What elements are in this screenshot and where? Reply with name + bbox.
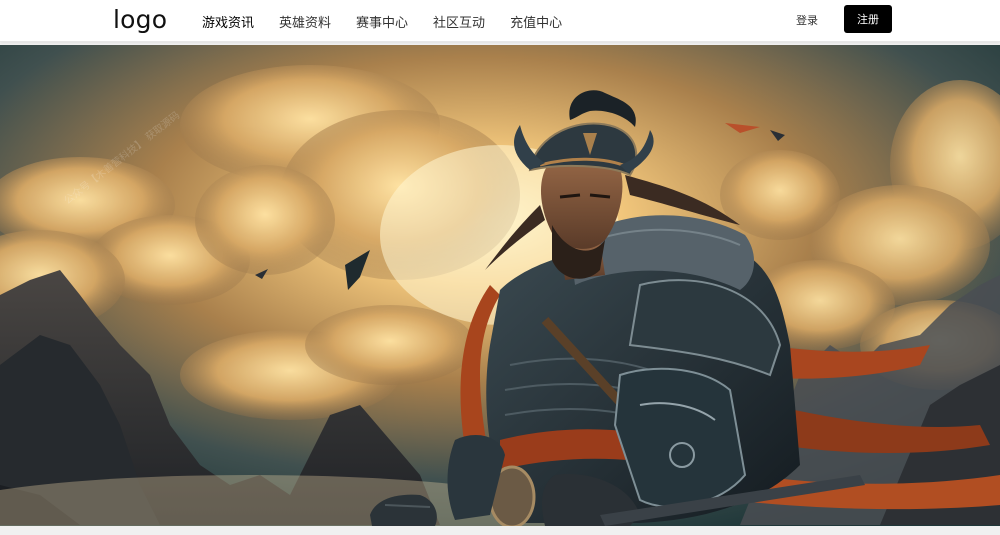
nav-item-recharge-center[interactable]: 充值中心 xyxy=(510,12,562,31)
hero-banner-carousel[interactable]: 公众号【木善营科技】 获取源码 xyxy=(0,45,1000,526)
page-footer-strip xyxy=(0,526,1000,535)
warrior-hero-illustration xyxy=(0,45,1000,526)
nav-item-community[interactable]: 社区互动 xyxy=(433,12,485,31)
site-logo[interactable]: logo xyxy=(113,5,167,34)
main-nav: 游戏资讯 英雄资料 赛事中心 社区互动 充值中心 xyxy=(202,12,587,31)
nav-item-tournament-center[interactable]: 赛事中心 xyxy=(356,12,408,31)
login-link[interactable]: 登录 xyxy=(796,12,818,28)
nav-item-game-news[interactable]: 游戏资讯 xyxy=(202,12,254,31)
top-navigation-bar: logo 游戏资讯 英雄资料 赛事中心 社区互动 充值中心 登录 注册 xyxy=(0,0,1000,42)
nav-item-hero-info[interactable]: 英雄资料 xyxy=(279,12,331,31)
register-button[interactable]: 注册 xyxy=(844,5,892,33)
